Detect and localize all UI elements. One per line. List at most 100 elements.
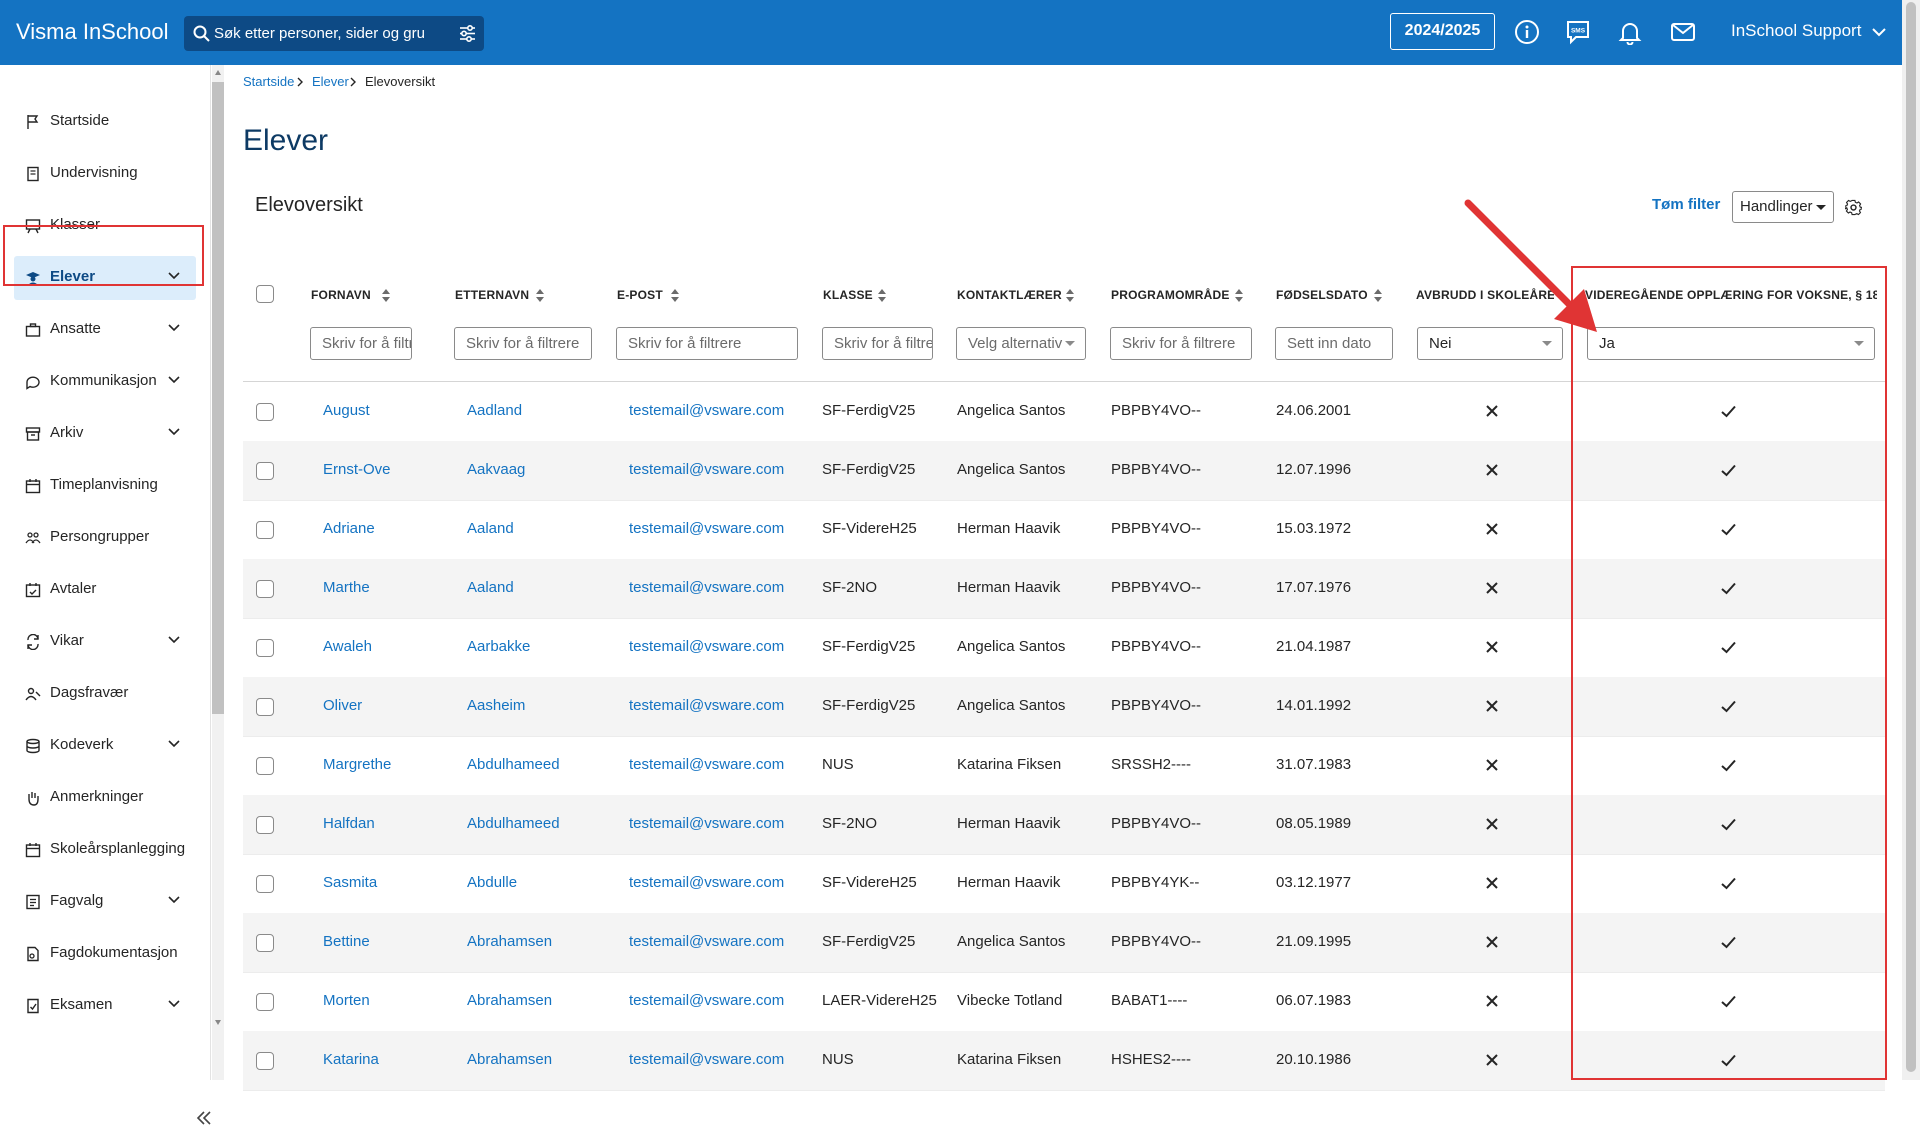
page-scrollbar-thumb[interactable] [1906,2,1916,1072]
row-checkbox[interactable] [256,1052,274,1070]
cell-last-name[interactable]: Abdulhameed [467,815,560,832]
row-checkbox[interactable] [256,993,274,1011]
cell-last-name[interactable]: Abrahamsen [467,933,552,950]
cell-last-name[interactable]: Abdulle [467,874,517,891]
col-header-programomraade[interactable]: PROGRAMOMRÅDE [1111,288,1230,302]
filter-programomraade[interactable]: Skriv for å filtrere [1110,327,1252,360]
cell-last-name[interactable]: Aarbakke [467,638,530,655]
row-checkbox[interactable] [256,816,274,834]
sort-icon[interactable] [1066,289,1074,302]
cell-last-name[interactable]: Abrahamsen [467,992,552,1009]
filter-foedselsdato[interactable]: Sett inn dato [1275,327,1393,360]
row-checkbox[interactable] [256,639,274,657]
row-checkbox[interactable] [256,934,274,952]
mail-icon[interactable] [1670,19,1696,45]
sidebar-item-kommunikasjon[interactable]: Kommunikasjon [14,360,196,404]
cell-last-name[interactable]: Abrahamsen [467,1051,552,1068]
filter-etternavn[interactable]: Skriv for å filtrere [454,327,592,360]
cell-email[interactable]: testemail@vsware.com [629,874,784,891]
filter-sliders-icon[interactable] [459,25,476,42]
cell-last-name[interactable]: Aaland [467,579,514,596]
cell-email[interactable]: testemail@vsware.com [629,697,784,714]
sidebar-item-eksamen[interactable]: Eksamen [14,984,196,1028]
col-header-klasse[interactable]: KLASSE [823,288,873,302]
cell-first-name[interactable]: Awaleh [323,638,372,655]
cell-email[interactable]: testemail@vsware.com [629,933,784,950]
sort-icon[interactable] [1235,289,1243,302]
filter-klasse[interactable]: Skriv for å filtrere [822,327,933,360]
cell-last-name[interactable]: Aasheim [467,697,525,714]
cell-email[interactable]: testemail@vsware.com [629,1051,784,1068]
sidebar-item-startside[interactable]: Startside [14,100,196,144]
cell-last-name[interactable]: Aadland [467,402,522,419]
cell-email[interactable]: testemail@vsware.com [629,815,784,832]
col-header-fornavn[interactable]: FORNAVN [311,288,371,302]
col-header-foedselsdato[interactable]: FØDSELSDATO [1276,288,1368,302]
row-checkbox[interactable] [256,698,274,716]
row-checkbox[interactable] [256,403,274,421]
cell-last-name[interactable]: Aakvaag [467,461,525,478]
breadcrumb-startside[interactable]: Startside [243,74,294,89]
cell-email[interactable]: testemail@vsware.com [629,756,784,773]
cell-last-name[interactable]: Abdulhameed [467,756,560,773]
collapse-sidebar-icon[interactable] [195,1110,213,1126]
filter-epost[interactable]: Skriv for å filtrere [616,327,798,360]
sidebar-item-avtaler[interactable]: Avtaler [14,568,196,612]
cell-first-name[interactable]: Margrethe [323,756,391,773]
cell-first-name[interactable]: Marthe [323,579,370,596]
cell-first-name[interactable]: Adriane [323,520,375,537]
user-menu[interactable]: InSchool Support [1731,21,1886,41]
cell-first-name[interactable]: Bettine [323,933,370,950]
sidebar-item-timeplanvisning[interactable]: Timeplanvisning [14,464,196,508]
sidebar-item-arkiv[interactable]: Arkiv [14,412,196,456]
filter-fornavn[interactable]: Skriv for å filtrere [310,327,412,360]
cell-first-name[interactable]: Oliver [323,697,362,714]
cell-first-name[interactable]: Morten [323,992,370,1009]
cell-first-name[interactable]: August [323,402,370,419]
sidebar-item-fagvalg[interactable]: Fagvalg [14,880,196,924]
row-checkbox[interactable] [256,521,274,539]
sidebar-item-skoleårsplanlegging[interactable]: Skoleårsplanlegging [14,828,196,872]
row-checkbox[interactable] [256,757,274,775]
cell-email[interactable]: testemail@vsware.com [629,638,784,655]
sidebar-item-persongrupper[interactable]: Persongrupper [14,516,196,560]
row-checkbox[interactable] [256,875,274,893]
app-title[interactable]: Visma InSchool [16,19,168,45]
cell-last-name[interactable]: Aaland [467,520,514,537]
cell-first-name[interactable]: Sasmita [323,874,377,891]
sort-icon[interactable] [1374,289,1382,302]
search-input[interactable]: Søk etter personer, sider og grupper [214,25,426,42]
sort-icon[interactable] [878,289,886,302]
col-header-epost[interactable]: E-POST [617,288,663,302]
school-year-button[interactable]: 2024/2025 [1390,13,1495,50]
cell-first-name[interactable]: Ernst-Ove [323,461,391,478]
sidebar-item-undervisning[interactable]: Undervisning [14,152,196,196]
breadcrumb-elever[interactable]: Elever [312,74,349,89]
gear-icon[interactable] [1845,199,1862,216]
sidebar-item-fagdokumentasjon[interactable]: Fagdokumentasjon [14,932,196,976]
cell-first-name[interactable]: Halfdan [323,815,375,832]
sort-icon[interactable] [382,289,390,302]
select-all-checkbox[interactable] [256,285,274,303]
sidebar-item-dagsfravær[interactable]: Dagsfravær [14,672,196,716]
sms-icon[interactable]: SMS [1565,19,1591,45]
cell-email[interactable]: testemail@vsware.com [629,402,784,419]
scroll-down-arrow-icon[interactable] [215,1020,221,1025]
sidebar-scrollbar[interactable] [212,65,224,1080]
sidebar-scrollbar-thumb[interactable] [212,82,224,714]
cell-email[interactable]: testemail@vsware.com [629,520,784,537]
page-scrollbar[interactable] [1902,0,1920,1080]
sidebar-item-vikar[interactable]: Vikar [14,620,196,664]
cell-email[interactable]: testemail@vsware.com [629,579,784,596]
sidebar-item-kodeverk[interactable]: Kodeverk [14,724,196,768]
col-header-etternavn[interactable]: ETTERNAVN [455,288,529,302]
scroll-up-arrow-icon[interactable] [215,70,221,75]
clear-filter-button[interactable]: Tøm filter [1652,196,1720,213]
actions-dropdown[interactable]: Handlinger [1732,191,1834,223]
cell-email[interactable]: testemail@vsware.com [629,992,784,1009]
cell-first-name[interactable]: Katarina [323,1051,379,1068]
col-header-kontaktlaerer[interactable]: KONTAKTLÆRER [957,288,1062,302]
info-icon[interactable] [1514,19,1540,45]
bell-icon[interactable] [1617,19,1643,45]
sidebar-item-ansatte[interactable]: Ansatte [14,308,196,352]
